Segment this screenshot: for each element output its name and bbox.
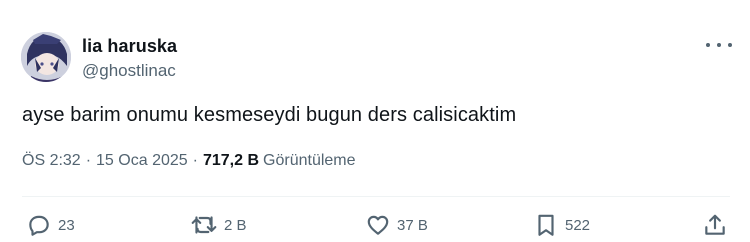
reply-icon [26, 212, 52, 238]
like-count: 37 B [397, 216, 428, 234]
views-count[interactable]: 717,2 B [203, 152, 259, 170]
more-icon[interactable] [706, 36, 732, 54]
like-button[interactable]: 37 B [365, 212, 428, 238]
reply-count: 23 [58, 216, 75, 234]
tweet-card: lia haruska @ghostlinac ayse barim onumu… [0, 0, 750, 242]
share-icon [702, 212, 728, 238]
retweet-button[interactable]: 2 B [190, 212, 247, 238]
share-button[interactable] [702, 212, 728, 238]
meta-separator: · [85, 152, 92, 169]
tweet-meta: ÖS 2:32 · 15 Oca 2025 · 717,2 B Görüntül… [22, 152, 356, 170]
divider [22, 196, 730, 197]
tweet-text: ayse barim onumu kesmeseydi bugun ders c… [22, 104, 517, 126]
retweet-count: 2 B [224, 216, 247, 234]
bookmark-count: 522 [565, 216, 591, 234]
retweet-icon [190, 212, 218, 238]
views-label: Görüntüleme [263, 152, 356, 169]
avatar[interactable] [21, 32, 71, 82]
meta-separator: · [192, 152, 198, 169]
like-icon [365, 212, 391, 238]
tweet-date[interactable]: 15 Oca 2025 [96, 152, 188, 170]
user-handle[interactable]: @ghostlinac [82, 61, 176, 81]
bookmark-icon [533, 212, 559, 238]
display-name[interactable]: lia haruska [82, 36, 177, 57]
reply-button[interactable]: 23 [26, 212, 75, 238]
bookmark-button[interactable]: 522 [533, 212, 590, 238]
tweet-time[interactable]: ÖS 2:32 [22, 152, 81, 170]
